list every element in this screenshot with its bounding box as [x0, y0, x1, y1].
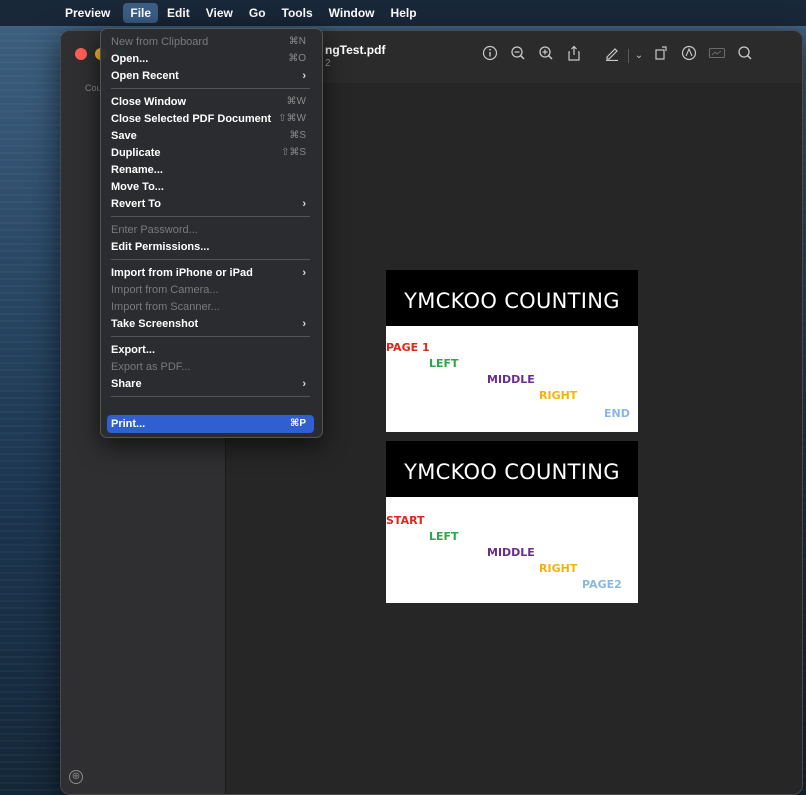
- file-menu-dropdown: New from Clipboard ⌘N Open... ⌘O Open Rece…: [100, 28, 323, 438]
- menu-item-open-recent[interactable]: Open Recent ›: [107, 67, 314, 85]
- menu-help[interactable]: Help: [384, 3, 424, 23]
- markup-pen-icon[interactable]: [598, 45, 626, 67]
- menu-item-rename[interactable]: Rename...: [107, 161, 314, 179]
- menu-item-duplicate[interactable]: Duplicate ⇧⌘S: [107, 144, 314, 162]
- add-icon[interactable]: ⊕: [69, 770, 83, 784]
- menu-separator: [111, 88, 310, 89]
- page-header: YMCKOO COUNTING: [386, 270, 638, 326]
- page-label-end: PAGE2: [582, 578, 622, 591]
- toolbar: ⌄: [476, 45, 759, 67]
- menu-item-close-window[interactable]: Close Window ⌘W: [107, 93, 314, 111]
- chevron-right-icon: ›: [302, 378, 306, 390]
- page-label-left: LEFT: [429, 530, 459, 543]
- menu-go[interactable]: Go: [242, 3, 273, 23]
- menu-item-new-from-clipboard[interactable]: New from Clipboard ⌘N: [107, 33, 314, 51]
- rotate-icon[interactable]: [647, 45, 675, 67]
- menu-item-enter-password[interactable]: Enter Password...: [107, 221, 314, 239]
- page-label-right: RIGHT: [539, 389, 578, 402]
- chevron-right-icon: ›: [302, 70, 306, 82]
- chevron-down-icon[interactable]: ⌄: [631, 45, 647, 67]
- page-label-start: PAGE 1: [386, 341, 430, 354]
- menu-tools[interactable]: Tools: [275, 3, 320, 23]
- menu-separator: [111, 259, 310, 260]
- menu-item-import-iphone[interactable]: Import from iPhone or iPad ›: [107, 264, 314, 282]
- sign-icon[interactable]: [703, 45, 731, 67]
- toolbar-separator: [628, 49, 629, 63]
- search-icon[interactable]: [731, 45, 759, 67]
- pdf-page-1[interactable]: YMCKOO COUNTING PAGE 1 LEFT MIDDLE RIGHT…: [386, 270, 638, 432]
- menu-item-export-as-pdf[interactable]: Export as PDF...: [107, 358, 314, 376]
- menu-item-close-selected-pdf[interactable]: Close Selected PDF Document ⇧⌘W: [107, 110, 314, 128]
- markup-circle-icon[interactable]: [675, 45, 703, 67]
- menu-separator: [111, 336, 310, 337]
- zoom-in-icon[interactable]: [532, 45, 560, 67]
- menu-item-edit-permissions[interactable]: Edit Permissions...: [107, 238, 314, 256]
- menu-view[interactable]: View: [199, 3, 240, 23]
- menu-item-open[interactable]: Open... ⌘O: [107, 50, 314, 68]
- chevron-right-icon: ›: [302, 198, 306, 210]
- chevron-right-icon: ›: [302, 267, 306, 279]
- page-label-end: END: [604, 407, 630, 420]
- document-subtitle: 2: [325, 58, 331, 69]
- pdf-page-2[interactable]: YMCKOO COUNTING START LEFT MIDDLE RIGHT …: [386, 441, 638, 603]
- menu-window[interactable]: Window: [322, 3, 382, 23]
- page-label-right: RIGHT: [539, 562, 578, 575]
- page-label-start: START: [386, 514, 425, 527]
- close-window-button[interactable]: [75, 48, 87, 60]
- page-header: YMCKOO COUNTING: [386, 441, 638, 497]
- share-icon[interactable]: [560, 45, 588, 67]
- menu-item-save[interactable]: Save ⌘S: [107, 127, 314, 145]
- page-body: START LEFT MIDDLE RIGHT PAGE2: [386, 497, 638, 601]
- menu-item-take-screenshot[interactable]: Take Screenshot ›: [107, 315, 314, 333]
- menu-item-move-to[interactable]: Move To...: [107, 178, 314, 196]
- menu-item-export[interactable]: Export...: [107, 341, 314, 359]
- page-label-left: LEFT: [429, 357, 459, 370]
- menu-item-revert-to[interactable]: Revert To ›: [107, 195, 314, 213]
- menu-separator: [111, 216, 310, 217]
- menu-file[interactable]: File: [123, 3, 159, 23]
- page-label-middle: MIDDLE: [487, 546, 535, 559]
- menu-separator: [111, 396, 310, 397]
- page-body: PAGE 1 LEFT MIDDLE RIGHT END: [386, 326, 638, 430]
- menu-bar: Preview File Edit View Go Tools Window H…: [0, 0, 806, 26]
- menu-item-import-scanner[interactable]: Import from Scanner...: [107, 298, 314, 316]
- chevron-right-icon: ›: [302, 318, 306, 330]
- page-label-middle: MIDDLE: [487, 373, 535, 386]
- app-menu-preview[interactable]: Preview: [58, 3, 117, 23]
- menu-item-print[interactable]: Print... ⌘P: [107, 415, 314, 433]
- document-title: ngTest.pdf: [325, 43, 386, 57]
- zoom-out-icon[interactable]: [504, 45, 532, 67]
- info-icon[interactable]: [476, 45, 504, 67]
- menu-item-share[interactable]: Share ›: [107, 375, 314, 393]
- menu-item-import-camera[interactable]: Import from Camera...: [107, 281, 314, 299]
- menu-edit[interactable]: Edit: [160, 3, 197, 23]
